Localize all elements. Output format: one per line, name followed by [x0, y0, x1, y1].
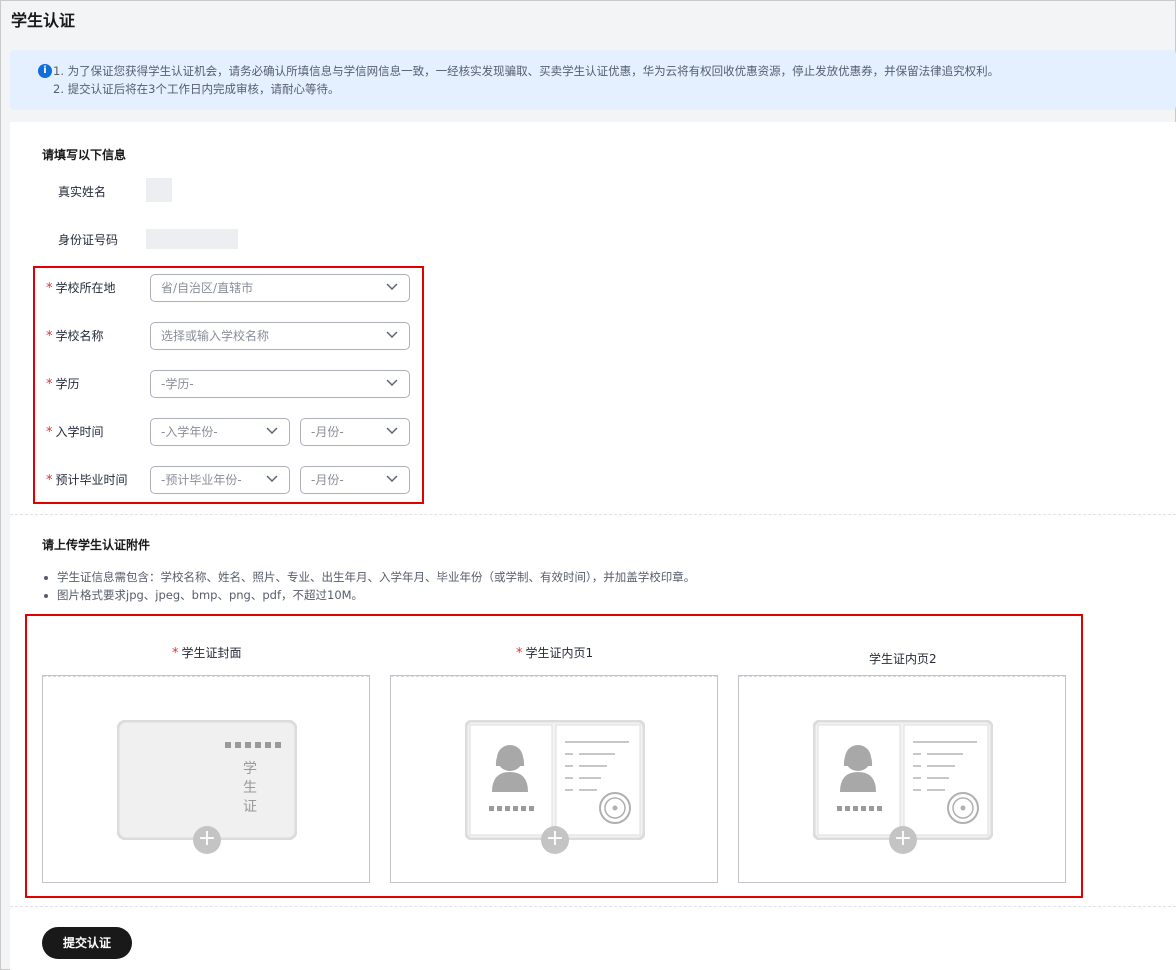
school-name-label-text: 学校名称: [55, 329, 104, 343]
id-number-value-redacted: [146, 229, 238, 249]
required-mark: *: [172, 646, 179, 661]
education-select[interactable]: -学历-: [150, 370, 410, 398]
student-card-inner-icon: [465, 720, 645, 840]
required-mark: *: [46, 329, 53, 344]
divider: [10, 514, 1176, 515]
inner-page-2-upload-area[interactable]: +: [738, 675, 1066, 883]
chevron-down-icon: [386, 427, 398, 434]
education-label-text: 学历: [55, 377, 80, 391]
inner-page-1-slot-label: * 学生证内页1: [516, 644, 593, 661]
graduation-month-placeholder: -月份-: [311, 473, 344, 487]
add-icon[interactable]: +: [541, 826, 569, 854]
school-location-select[interactable]: 省/自治区/直辖市: [150, 274, 410, 302]
enrollment-month-select[interactable]: -月份-: [300, 418, 410, 446]
requirement-item: 图片格式要求jpg、jpeg、bmp、png、pdf，不超过10M。: [44, 586, 695, 604]
education-label: * 学历: [46, 375, 80, 392]
cover-text: 学 生 证: [243, 760, 259, 817]
school-location-label-text: 学校所在地: [55, 281, 116, 295]
inner-page-1-upload-area[interactable]: +: [390, 675, 718, 883]
cover-upload-area[interactable]: 学 生 证 +: [42, 675, 370, 883]
chevron-down-icon: [386, 283, 398, 290]
inner-page-2-slot-label: 学生证内页2: [869, 652, 937, 666]
chevron-down-icon: [266, 475, 278, 482]
notice-line-1: 1. 为了保证您获得学生认证机会，请务必确认所填信息与学信网信息一致，一经核实发…: [53, 64, 1000, 78]
page-title: 学生认证: [11, 11, 76, 30]
cover-slot-label: * 学生证封面: [172, 644, 242, 661]
info-icon: i: [38, 64, 52, 78]
graduation-label: * 预计毕业时间: [46, 471, 128, 488]
divider: [10, 906, 1176, 907]
graduation-year-select[interactable]: -预计毕业年份-: [150, 466, 290, 494]
enrollment-month-placeholder: -月份-: [311, 425, 344, 439]
submit-button[interactable]: 提交认证: [42, 927, 132, 959]
enrollment-label: * 入学时间: [46, 423, 104, 440]
chevron-down-icon: [386, 379, 398, 386]
required-mark: *: [46, 473, 53, 488]
required-mark: *: [516, 646, 523, 661]
graduation-label-text: 预计毕业时间: [55, 473, 128, 487]
required-mark: *: [46, 377, 53, 392]
student-card-inner-icon: [813, 720, 993, 840]
required-mark: *: [46, 281, 53, 296]
upload-requirements: 学生证信息需包含：学校名称、姓名、照片、专业、出生年月、入学年月、毕业年份（或学…: [44, 568, 695, 604]
cover-char: 证: [243, 799, 257, 815]
info-section-title: 请填写以下信息: [42, 148, 127, 162]
enrollment-year-select[interactable]: -入学年份-: [150, 418, 290, 446]
add-icon[interactable]: +: [889, 826, 917, 854]
cover-slot-label-text: 学生证封面: [181, 646, 242, 660]
chevron-down-icon: [266, 427, 278, 434]
add-icon[interactable]: +: [193, 826, 221, 854]
required-mark: *: [46, 425, 53, 440]
school-location-placeholder: 省/自治区/直辖市: [161, 281, 254, 295]
enrollment-label-text: 入学时间: [55, 425, 104, 439]
requirement-text: 学生证信息需包含：学校名称、姓名、照片、专业、出生年月、入学年月、毕业年份（或学…: [57, 570, 696, 584]
id-number-label: 身份证号码: [58, 233, 119, 247]
enrollment-year-placeholder: -入学年份-: [161, 425, 218, 439]
notice-line-2: 2. 提交认证后将在3个工作日内完成审核，请耐心等待。: [53, 82, 340, 96]
requirement-item: 学生证信息需包含：学校名称、姓名、照片、专业、出生年月、入学年月、毕业年份（或学…: [44, 568, 695, 586]
student-card-cover-icon: [117, 720, 297, 840]
cover-char: 学: [243, 761, 257, 777]
notice-banner: i 1. 为了保证您获得学生认证机会，请务必确认所填信息与学信网信息一致，一经核…: [10, 50, 1176, 110]
real-name-label: 真实姓名: [58, 185, 107, 199]
school-name-select[interactable]: 选择或输入学校名称: [150, 322, 410, 350]
upload-section-title: 请上传学生认证附件: [42, 538, 151, 552]
school-location-label: * 学校所在地: [46, 279, 116, 296]
cover-char: 生: [243, 780, 257, 796]
education-placeholder: -学历-: [161, 377, 194, 391]
chevron-down-icon: [386, 475, 398, 482]
requirement-text: 图片格式要求jpg、jpeg、bmp、png、pdf，不超过10M。: [57, 588, 364, 602]
chevron-down-icon: [386, 331, 398, 338]
graduation-year-placeholder: -预计毕业年份-: [161, 473, 242, 487]
graduation-month-select[interactable]: -月份-: [300, 466, 410, 494]
school-name-placeholder: 选择或输入学校名称: [161, 329, 270, 343]
real-name-value-redacted: [146, 178, 172, 202]
inner-page-1-slot-label-text: 学生证内页1: [525, 646, 594, 660]
school-name-label: * 学校名称: [46, 327, 104, 344]
